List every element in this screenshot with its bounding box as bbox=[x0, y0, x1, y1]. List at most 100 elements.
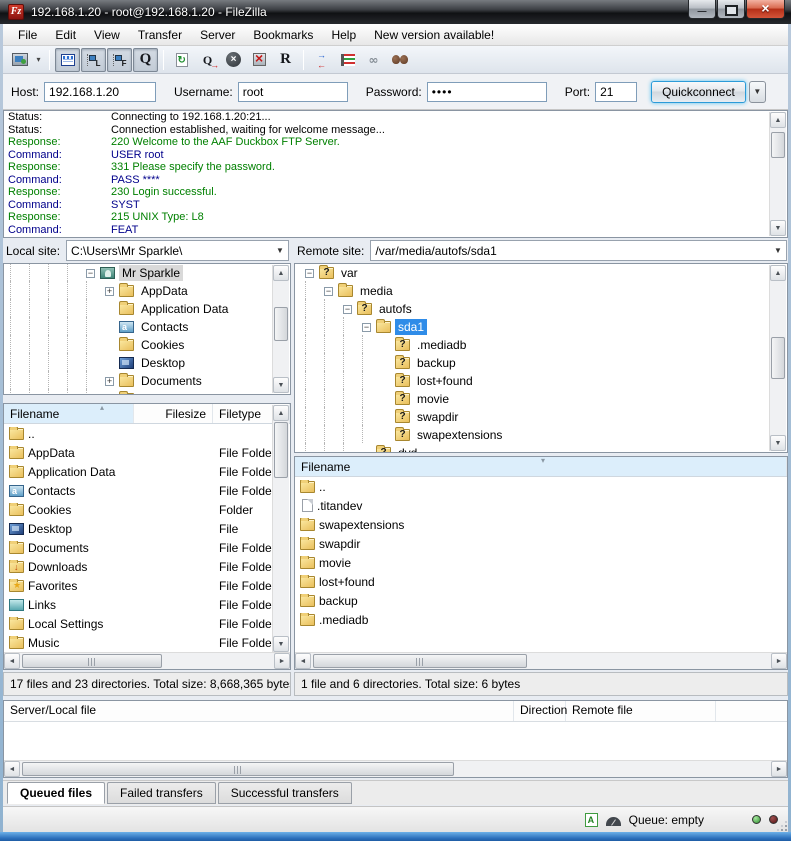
tree-item[interactable]: Contacts bbox=[4, 318, 290, 336]
expander-toggle-icon[interactable] bbox=[343, 305, 352, 314]
queue-tab[interactable]: Successful transfers bbox=[218, 782, 352, 804]
tree-item[interactable]: var bbox=[295, 264, 787, 282]
directory-comparison-button[interactable] bbox=[309, 48, 334, 72]
scroll-up-icon[interactable] bbox=[770, 112, 786, 128]
scroll-thumb[interactable] bbox=[313, 654, 527, 668]
scroll-thumb[interactable] bbox=[771, 337, 785, 379]
scroll-left-icon[interactable] bbox=[4, 761, 20, 777]
file-row[interactable]: Contacts File Folder bbox=[4, 481, 273, 500]
password-input[interactable] bbox=[427, 82, 547, 102]
file-row[interactable]: Favorites File Folder bbox=[4, 576, 273, 595]
column-filesize[interactable]: Filesize bbox=[134, 404, 213, 423]
tree-item[interactable]: Application Data bbox=[4, 300, 290, 318]
scroll-thumb[interactable] bbox=[22, 762, 454, 776]
menu-item[interactable]: Transfer bbox=[129, 26, 191, 44]
local-list-scrollbar[interactable] bbox=[272, 405, 289, 652]
file-row[interactable]: Desktop File bbox=[4, 519, 273, 538]
file-row[interactable]: AppData File Folder bbox=[4, 443, 273, 462]
comparison-list-button[interactable] bbox=[335, 48, 360, 72]
chevron-down-icon[interactable] bbox=[770, 241, 786, 260]
quickconnect-button[interactable]: Quickconnect bbox=[651, 81, 746, 103]
column-remote-file[interactable]: Remote file bbox=[566, 701, 716, 721]
file-row[interactable]: Local Settings File Folder bbox=[4, 614, 273, 633]
file-row[interactable]: swapdir bbox=[295, 534, 787, 553]
disconnect-button[interactable] bbox=[247, 48, 272, 72]
expander-toggle-icon[interactable] bbox=[105, 287, 114, 296]
scroll-down-icon[interactable] bbox=[273, 636, 289, 652]
scroll-up-icon[interactable] bbox=[273, 405, 289, 421]
toggle-queue-button[interactable]: Q bbox=[133, 48, 158, 72]
scroll-up-icon[interactable] bbox=[273, 265, 289, 281]
toggle-log-button[interactable] bbox=[55, 48, 80, 72]
port-input[interactable] bbox=[595, 82, 637, 102]
tree-item[interactable]: Documents bbox=[4, 372, 290, 390]
tree-item[interactable]: .mediadb bbox=[295, 336, 787, 354]
minimize-button[interactable] bbox=[688, 0, 716, 19]
tree-item[interactable]: media bbox=[295, 282, 787, 300]
file-row[interactable]: Links File Folder bbox=[4, 595, 273, 614]
site-manager-button[interactable] bbox=[7, 48, 32, 72]
resize-grip[interactable] bbox=[777, 821, 787, 831]
remote-tree-scrollbar[interactable] bbox=[769, 265, 786, 451]
tree-item[interactable]: Cookies bbox=[4, 336, 290, 354]
remote-site-combo[interactable]: /var/media/autofs/sda1 bbox=[370, 240, 787, 261]
tree-item[interactable]: sda1 bbox=[295, 318, 787, 336]
tree-item[interactable]: Desktop bbox=[4, 354, 290, 372]
queue-tab[interactable]: Failed transfers bbox=[107, 782, 216, 804]
remote-list-hscrollbar[interactable] bbox=[295, 652, 787, 669]
close-button[interactable] bbox=[746, 0, 785, 19]
tree-item[interactable]: swapextensions bbox=[295, 426, 787, 444]
file-row[interactable]: lost+found bbox=[295, 572, 787, 591]
scroll-thumb[interactable] bbox=[771, 132, 785, 158]
menu-item[interactable]: Server bbox=[191, 26, 244, 44]
scroll-left-icon[interactable] bbox=[295, 653, 311, 669]
menu-item[interactable]: Edit bbox=[46, 26, 85, 44]
site-manager-caret-icon[interactable] bbox=[33, 48, 44, 72]
menu-item[interactable]: Help bbox=[322, 26, 365, 44]
column-direction[interactable]: Direction bbox=[514, 701, 566, 721]
menu-item[interactable]: View bbox=[85, 26, 129, 44]
scroll-thumb[interactable] bbox=[22, 654, 162, 668]
maximize-button[interactable] bbox=[717, 0, 745, 19]
scroll-thumb[interactable] bbox=[274, 422, 288, 478]
local-site-combo[interactable]: C:\Users\Mr Sparkle\ bbox=[66, 240, 289, 261]
scroll-left-icon[interactable] bbox=[4, 653, 20, 669]
file-row[interactable]: Music File Folder bbox=[4, 633, 273, 652]
toggle-local-tree-button[interactable] bbox=[81, 48, 106, 72]
titlebar[interactable]: Fz 192.168.1.20 - root@192.168.1.20 - Fi… bbox=[0, 0, 791, 24]
host-input[interactable] bbox=[44, 82, 156, 102]
tree-item[interactable]: Mr Sparkle bbox=[4, 264, 290, 282]
tree-item[interactable]: autofs bbox=[295, 300, 787, 318]
refresh-button[interactable] bbox=[169, 48, 194, 72]
username-input[interactable] bbox=[238, 82, 348, 102]
file-row[interactable]: swapextensions bbox=[295, 515, 787, 534]
local-list-hscrollbar[interactable] bbox=[4, 652, 290, 669]
scroll-right-icon[interactable] bbox=[771, 761, 787, 777]
queue-tab[interactable]: Queued files bbox=[7, 782, 105, 804]
expander-toggle-icon[interactable] bbox=[105, 395, 114, 396]
expander-toggle-icon[interactable] bbox=[86, 269, 95, 278]
scroll-up-icon[interactable] bbox=[770, 265, 786, 281]
quickconnect-caret-icon[interactable] bbox=[749, 81, 766, 103]
file-row[interactable]: movie bbox=[295, 553, 787, 572]
process-queue-button[interactable]: Q bbox=[195, 48, 220, 72]
chevron-down-icon[interactable] bbox=[272, 241, 288, 260]
expander-toggle-icon[interactable] bbox=[324, 287, 333, 296]
tree-item[interactable]: movie bbox=[295, 390, 787, 408]
file-row[interactable]: .. bbox=[4, 424, 273, 443]
file-row[interactable]: .mediadb bbox=[295, 610, 787, 629]
tree-item[interactable]: swapdir bbox=[295, 408, 787, 426]
file-row[interactable]: .titandev bbox=[295, 496, 787, 515]
tree-item[interactable]: AppData bbox=[4, 282, 290, 300]
file-row[interactable]: Documents File Folder bbox=[4, 538, 273, 557]
scroll-thumb[interactable] bbox=[274, 307, 288, 341]
scroll-right-icon[interactable] bbox=[771, 653, 787, 669]
column-server-local-file[interactable]: Server/Local file bbox=[4, 701, 514, 721]
expander-toggle-icon[interactable] bbox=[305, 269, 314, 278]
file-row[interactable]: .. bbox=[295, 477, 787, 496]
tree-item[interactable]: backup bbox=[295, 354, 787, 372]
file-row[interactable]: Cookies Folder bbox=[4, 500, 273, 519]
menu-item[interactable]: New version available! bbox=[365, 26, 503, 44]
log-scrollbar[interactable] bbox=[769, 112, 786, 236]
toggle-remote-tree-button[interactable] bbox=[107, 48, 132, 72]
